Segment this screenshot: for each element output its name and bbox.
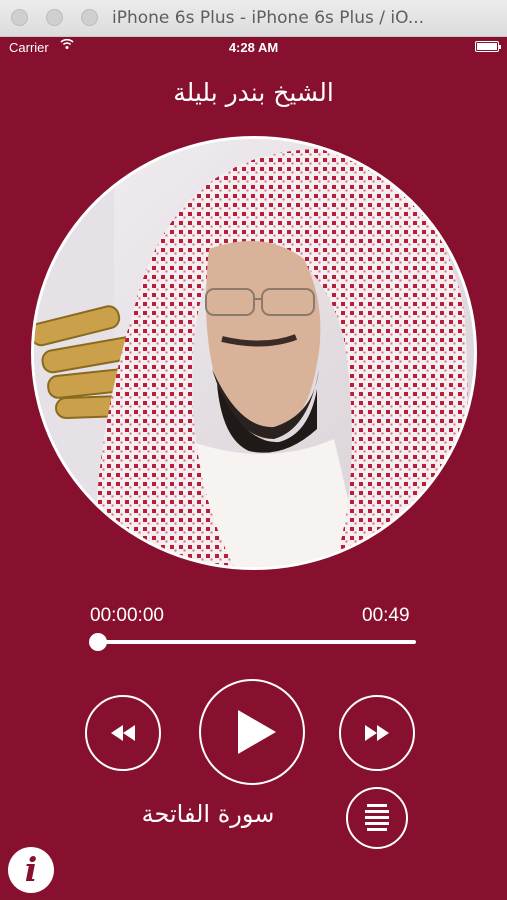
surah-list-button[interactable] bbox=[346, 787, 408, 849]
play-button[interactable] bbox=[199, 679, 305, 785]
window-title-bar: iPhone 6s Plus - iPhone 6s Plus / iO... bbox=[0, 0, 507, 37]
window-title: iPhone 6s Plus - iPhone 6s Plus / iO... bbox=[112, 8, 425, 28]
elapsed-time: 00:00:00 bbox=[90, 605, 164, 626]
status-bar: Carrier 4:28 AM bbox=[0, 36, 507, 58]
zoom-window-button[interactable] bbox=[81, 9, 98, 26]
list-icon bbox=[365, 804, 389, 831]
reciter-photo bbox=[31, 136, 477, 570]
rewind-button[interactable] bbox=[85, 695, 161, 771]
fast-forward-button[interactable] bbox=[339, 695, 415, 771]
battery-icon bbox=[475, 41, 501, 52]
simulator-window: iPhone 6s Plus - iPhone 6s Plus / iO... … bbox=[0, 0, 507, 900]
close-window-button[interactable] bbox=[11, 9, 28, 26]
total-duration: 00:49 bbox=[362, 605, 410, 626]
minimize-window-button[interactable] bbox=[46, 9, 63, 26]
surah-name: سورة الفاتحة bbox=[141, 800, 275, 828]
info-button[interactable]: i bbox=[8, 847, 54, 893]
fast-forward-icon bbox=[365, 725, 389, 741]
progress-track[interactable] bbox=[95, 640, 416, 644]
reciter-name: الشيخ بندر بليلة bbox=[173, 78, 334, 107]
progress-thumb[interactable] bbox=[89, 633, 107, 651]
status-time: 4:28 AM bbox=[228, 40, 279, 55]
rewind-icon bbox=[111, 725, 135, 741]
play-icon bbox=[238, 710, 276, 754]
